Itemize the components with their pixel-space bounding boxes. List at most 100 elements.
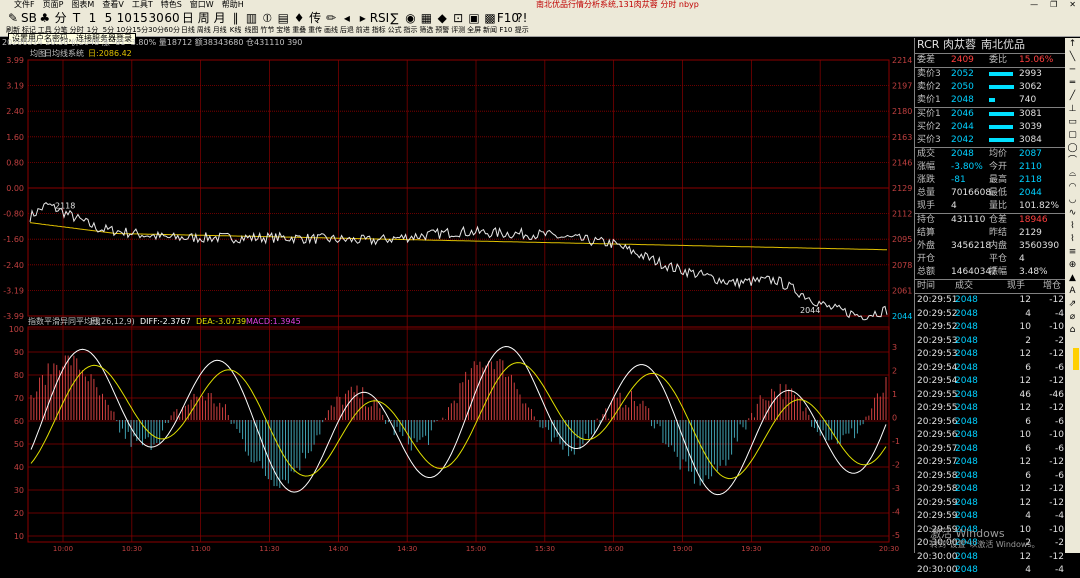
tick-time: 20:29:54 xyxy=(917,376,958,386)
ask-volume-bar xyxy=(989,98,995,102)
tick-oi-change: -12 xyxy=(1049,403,1064,413)
drawing-tool-icon[interactable]: ⌂ xyxy=(1065,324,1080,337)
drawing-tool-icon[interactable]: ▢ xyxy=(1065,129,1080,142)
price-right-tick: 2163 xyxy=(892,133,912,142)
drawing-tool-icon[interactable]: ↑ xyxy=(1065,38,1080,51)
drawing-tool-icon[interactable]: ⌀ xyxy=(1065,311,1080,324)
window-button[interactable]: — xyxy=(1030,0,1038,10)
tick-row: 20:29:53 2048 12 -12 xyxy=(915,348,1066,362)
tick-row: 20:29:52 2048 4 -4 xyxy=(915,308,1066,322)
menu-item[interactable]: 特色S xyxy=(161,0,182,10)
drawing-tool-icon[interactable]: ▭ xyxy=(1065,116,1080,129)
price-right-tick: 2197 xyxy=(892,82,912,91)
ticks-header-cell: 增仓 xyxy=(1043,281,1062,291)
drawing-tool-icon[interactable]: A xyxy=(1065,285,1080,298)
tick-oi-change: -12 xyxy=(1049,497,1064,508)
macd-right-tick: -1 xyxy=(892,437,900,446)
tick-row: 20:29:55 2048 46 -46 xyxy=(915,389,1066,403)
menu-item[interactable]: 查看V xyxy=(102,0,123,10)
tick-time: 20:29:59 xyxy=(917,511,958,521)
drawing-tool-icon[interactable]: ╲ xyxy=(1065,51,1080,64)
avg-line-value: 日:2086.42 xyxy=(88,49,132,58)
drawing-tool-icon[interactable]: ◠ xyxy=(1065,181,1080,194)
bid-row: 买价3 2042 3084 xyxy=(915,134,1066,147)
tick-time: 20:29:56 xyxy=(917,430,958,440)
drawing-tool-icon[interactable]: ⌓ xyxy=(1065,168,1080,181)
bid-price: 2044 xyxy=(951,122,974,132)
tick-time: 20:29:51 xyxy=(917,295,958,305)
high-price-marker: 2118 xyxy=(55,202,75,211)
drawing-tool-icon[interactable]: ⊥ xyxy=(1065,103,1080,116)
stat-label: 持仓 xyxy=(917,215,936,225)
stat-row: 外盘 3456218 内盘 3560390 xyxy=(915,240,1066,253)
drawing-tool-icon[interactable]: ╱ xyxy=(1065,90,1080,103)
drawing-tool-icon[interactable]: ⌒ xyxy=(1065,155,1080,168)
menu-item[interactable]: 窗口W xyxy=(190,0,214,10)
stat-value: 2118 xyxy=(1019,175,1042,185)
tick-row: 20:29:58 2048 12 -12 xyxy=(915,483,1066,497)
price-right-tick: 2095 xyxy=(892,235,912,244)
drawing-tool-icon[interactable]: ─ xyxy=(1065,64,1080,77)
tick-row: 20:29:52 2048 10 -10 xyxy=(915,321,1066,335)
stat-label: 昨结 xyxy=(989,228,1008,238)
stat-value: 2044 xyxy=(1019,188,1042,198)
ask-price: 2050 xyxy=(951,82,974,92)
drawing-tool-icon[interactable]: ⊕ xyxy=(1065,259,1080,272)
drawing-tool-icon[interactable]: ◯ xyxy=(1065,142,1080,155)
weicha-value: 2409 xyxy=(951,55,974,65)
bid-price: 2042 xyxy=(951,135,974,145)
tick-row: 20:29:54 2048 12 -12 xyxy=(915,375,1066,389)
tick-time: 20:29:53 xyxy=(917,335,958,346)
tick-price: 2048 xyxy=(955,376,978,386)
window-button[interactable]: ❐ xyxy=(1050,0,1057,10)
drawing-tool-icon[interactable]: ═ xyxy=(1065,77,1080,90)
drawing-tool-icon[interactable]: ◡ xyxy=(1065,194,1080,207)
ticks-header-cell: 成交 xyxy=(955,281,974,291)
drawing-tool-icon[interactable]: ⌇ xyxy=(1065,220,1080,233)
tick-time: 20:29:52 xyxy=(917,308,958,319)
stat-label: 今开 xyxy=(989,162,1008,172)
tick-time: 20:29:52 xyxy=(917,322,958,332)
menu-item[interactable]: 工具T xyxy=(132,0,153,10)
tick-oi-change: -46 xyxy=(1049,389,1064,400)
weibi-value: 15.06% xyxy=(1019,55,1054,65)
drawing-tool-icon[interactable]: ⇗ xyxy=(1065,298,1080,311)
tick-price: 2048 xyxy=(955,349,978,359)
ticks-header: 时间 成交 现手 增仓 xyxy=(915,280,1066,293)
intraday-chart[interactable]: 3.99 22143.19 21972.40 21801.60 21630.80 2146… xyxy=(0,38,913,553)
tick-price: 2048 xyxy=(955,389,978,400)
ask-volume: 2993 xyxy=(1019,69,1042,79)
bid-row: 买价2 2044 3039 xyxy=(915,121,1066,134)
price-left-tick: -0.80 xyxy=(3,210,24,219)
ask-price: 2052 xyxy=(951,69,974,79)
macd-value: MACD:1.3945 xyxy=(246,317,301,326)
window-button[interactable]: ✕ xyxy=(1069,0,1076,10)
drawing-tool-icon[interactable]: ⌇ xyxy=(1065,233,1080,246)
menu-item[interactable]: 页面P xyxy=(43,0,64,10)
tick-volume: 6 xyxy=(1025,362,1031,373)
tick-row: 20:29:57 2048 6 -6 xyxy=(915,443,1066,457)
price-right-tick: 2214 xyxy=(892,56,912,65)
tick-oi-change: -12 xyxy=(1049,484,1064,494)
macd-dea: DEA:-3.0739 xyxy=(196,317,247,326)
ask-row: 卖价1 2048 740 xyxy=(915,94,1066,107)
tick-oi-change: -12 xyxy=(1049,457,1064,467)
toolbar-button[interactable]: ?! 提示 xyxy=(513,10,531,36)
price-left-tick: -2.40 xyxy=(3,261,24,270)
drawing-tool-icon[interactable]: ▲ xyxy=(1065,272,1080,285)
stat-label: 量比 xyxy=(989,201,1008,211)
chart-area[interactable]: 3.99 2214 3.19 2197 2.40 2180 1.60 2163 0.80 2146… xyxy=(0,38,913,553)
menu-item[interactable]: 帮助H xyxy=(222,0,244,10)
price-left-tick: -1.60 xyxy=(3,235,24,244)
menu-item[interactable]: 图表M xyxy=(71,0,94,10)
tick-row: 20:29:56 2048 6 -6 xyxy=(915,416,1066,430)
drawing-tool-icon[interactable]: ≡ xyxy=(1065,246,1080,259)
price-right-tick: 2061 xyxy=(892,286,912,295)
menu-item[interactable]: 文件F xyxy=(14,0,35,10)
weicha-label: 委差 xyxy=(917,55,936,65)
drawing-tool-icon[interactable]: ∿ xyxy=(1065,207,1080,220)
price-left-tick: 2.40 xyxy=(6,107,24,116)
tick-time: 20:29:59 xyxy=(917,497,958,508)
scrollbar-thumb[interactable] xyxy=(1073,348,1079,370)
ticks-header-cell: 现手 xyxy=(1007,281,1026,291)
